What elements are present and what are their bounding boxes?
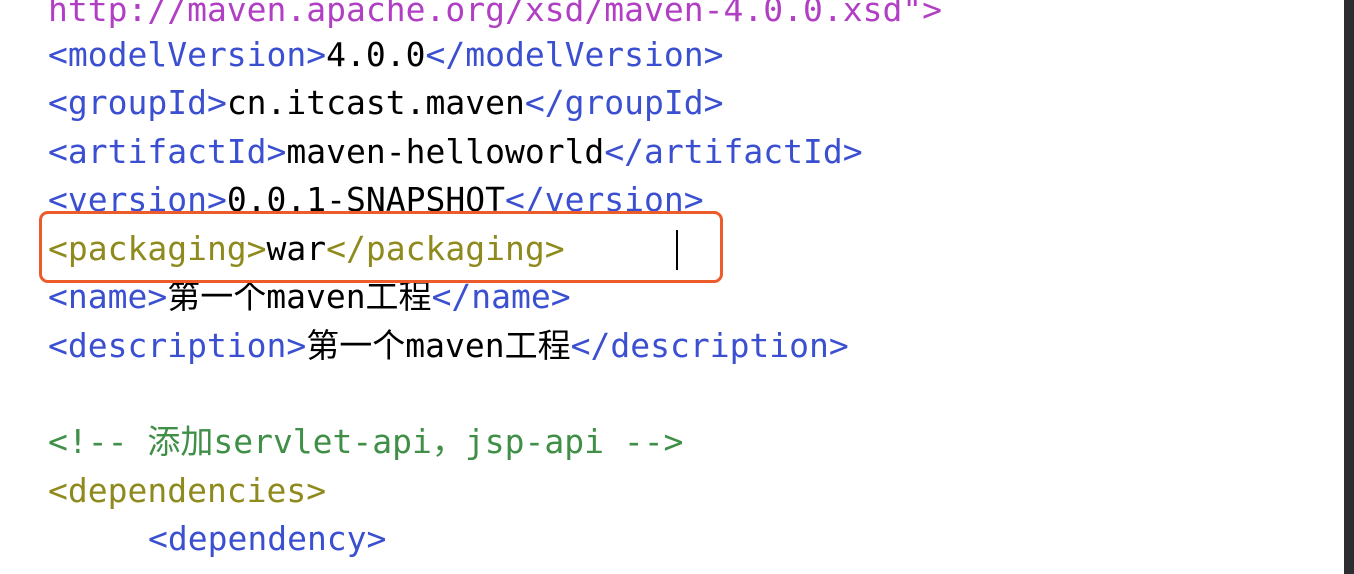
- description-close-tag: </description>: [570, 326, 849, 365]
- group-id-value: cn.itcast.maven: [226, 83, 525, 122]
- version-close-tag: </version>: [504, 180, 704, 219]
- packaging-open-tag: <packaging>: [48, 229, 267, 268]
- model-version-open-tag: <modelVersion>: [48, 35, 327, 74]
- code-line-model-version: <modelVersion>4.0.0</modelVersion>: [48, 31, 724, 79]
- model-version-close-tag: </modelVersion>: [425, 35, 724, 74]
- description-open-tag: <description>: [48, 326, 307, 365]
- code-line-comment: <!-- 添加servlet-api，jsp-api -->: [48, 418, 683, 466]
- artifact-id-value: maven-helloworld: [286, 132, 605, 171]
- dependencies-comment: <!-- 添加servlet-api，jsp-api -->: [48, 422, 684, 461]
- artifact-id-open-tag: <artifactId>: [48, 132, 287, 171]
- dependencies-open-tag: <dependencies>: [48, 471, 327, 510]
- artifact-id-close-tag: </artifactId>: [604, 132, 863, 171]
- packaging-value: war: [266, 229, 327, 268]
- description-value: 第一个maven工程: [306, 326, 571, 365]
- code-line-schema-location: http://maven.apache.org/xsd/maven-4.0.0.…: [48, 0, 942, 34]
- dependency-open-tag: <dependency>: [148, 519, 387, 558]
- name-value: 第一个maven工程: [167, 277, 432, 316]
- version-open-tag: <version>: [48, 180, 227, 219]
- model-version-value: 4.0.0: [326, 35, 426, 74]
- code-line-group-id: <groupId>cn.itcast.maven</groupId>: [48, 79, 724, 127]
- group-id-close-tag: </groupId>: [524, 83, 724, 122]
- schema-location-value: http://maven.apache.org/xsd/maven-4.0.0.…: [48, 0, 943, 29]
- code-line-dependency: <dependency>: [48, 515, 386, 563]
- window-right-edge: [1344, 0, 1354, 574]
- code-editor[interactable]: http://maven.apache.org/xsd/maven-4.0.0.…: [0, 0, 1344, 574]
- packaging-close-tag: </packaging>: [326, 229, 565, 268]
- name-open-tag: <name>: [48, 277, 168, 316]
- text-cursor: [676, 230, 678, 270]
- code-line-dependencies: <dependencies>: [48, 467, 326, 515]
- version-value: 0.0.1-SNAPSHOT: [226, 180, 505, 219]
- name-close-tag: </name>: [431, 277, 571, 316]
- code-line-version: <version>0.0.1-SNAPSHOT</version>: [48, 176, 704, 224]
- code-line-artifact-id: <artifactId>maven-helloworld</artifactId…: [48, 128, 863, 176]
- code-line-name: <name>第一个maven工程</name>: [48, 273, 571, 321]
- group-id-open-tag: <groupId>: [48, 83, 227, 122]
- code-line-packaging: <packaging>war</packaging>: [48, 225, 565, 273]
- code-line-description: <description>第一个maven工程</description>: [48, 322, 849, 370]
